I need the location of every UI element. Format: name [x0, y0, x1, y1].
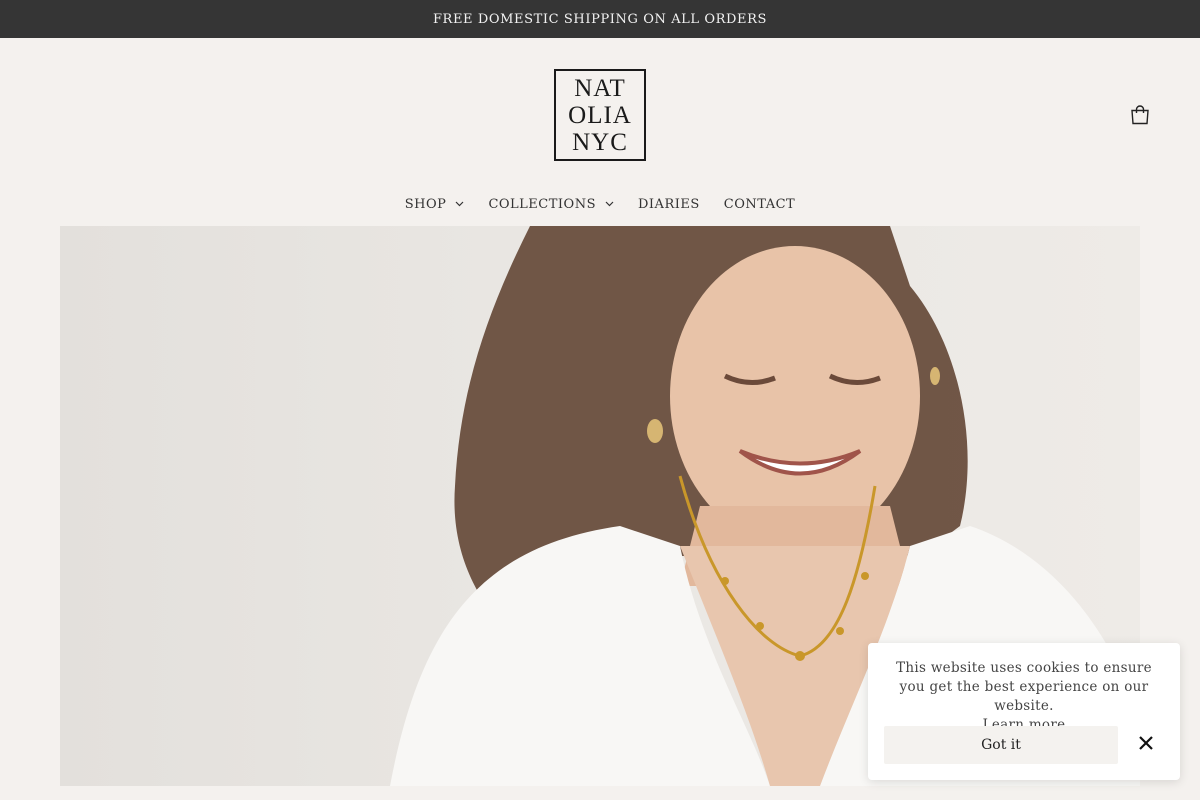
- nav-label-contact: CONTACT: [723, 196, 796, 212]
- announcement-bar: FREE DOMESTIC SHIPPING ON ALL ORDERS: [0, 0, 1200, 38]
- nav-item-diaries[interactable]: DIARIES: [626, 190, 712, 218]
- site-logo[interactable]: NAT OLIA NYC: [554, 69, 646, 161]
- logo-line-1: NAT: [574, 74, 626, 102]
- site-header: NAT OLIA NYC SHOP COLLECTIONS DIARIES CO…: [0, 38, 1200, 226]
- accept-cookies-button[interactable]: Got it: [884, 726, 1118, 764]
- cookie-message-text: This website uses cookies to ensure you …: [896, 660, 1152, 714]
- shopping-bag-icon: [1131, 105, 1149, 125]
- logo-line-2: OLIA: [568, 101, 632, 129]
- nav-label-collections: COLLECTIONS: [488, 196, 596, 212]
- nav-item-collections[interactable]: COLLECTIONS: [476, 190, 626, 218]
- nav-label-shop: SHOP: [404, 196, 447, 212]
- main-nav: SHOP COLLECTIONS DIARIES CONTACT: [0, 190, 1200, 218]
- close-cookie-button[interactable]: [1134, 731, 1158, 755]
- nav-item-contact[interactable]: CONTACT: [712, 190, 807, 218]
- chevron-down-icon: [455, 201, 464, 207]
- cart-button[interactable]: [1128, 103, 1152, 127]
- announcement-text: FREE DOMESTIC SHIPPING ON ALL ORDERS: [432, 11, 768, 27]
- chevron-down-icon: [605, 201, 614, 207]
- cookie-banner: This website uses cookies to ensure you …: [868, 643, 1180, 780]
- nav-label-diaries: DIARIES: [638, 196, 700, 212]
- logo-line-3: NYC: [572, 128, 628, 156]
- nav-item-shop[interactable]: SHOP: [393, 190, 477, 218]
- cookie-message: This website uses cookies to ensure you …: [888, 659, 1160, 735]
- close-icon: [1139, 736, 1153, 750]
